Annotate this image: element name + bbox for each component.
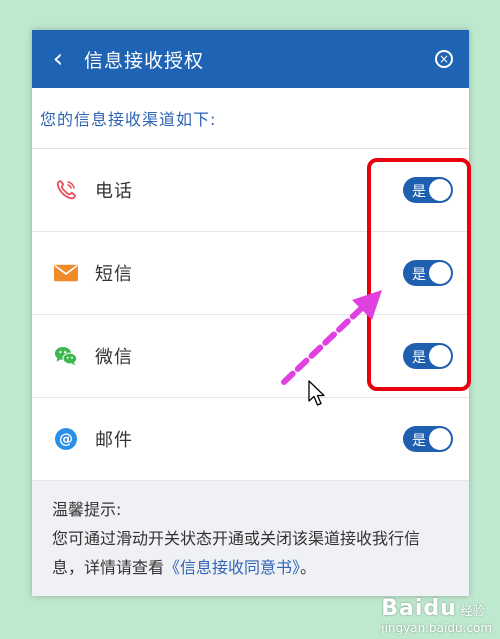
watermark-brand: Bai <box>381 596 424 621</box>
email-toggle[interactable]: 是 <box>403 426 453 452</box>
at-icon: @ <box>54 427 78 451</box>
watermark-sub: 经验 <box>460 604 485 618</box>
channel-label: 短信 <box>95 264 133 285</box>
notice-body: 您可通过滑动开关状态开通或关闭该渠道接收我行信息，详情请查看《信息接收同意书》。 <box>52 524 449 582</box>
baidu-watermark: Baidu 经验 jingyan.baidu.com <box>381 596 492 635</box>
mouse-cursor-icon <box>308 380 325 406</box>
watermark-url: jingyan.baidu.com <box>381 621 492 635</box>
close-icon: × <box>438 52 450 66</box>
app-header: ‹ 信息接收授权 × <box>32 30 469 88</box>
chevron-left-icon: ‹ <box>52 44 64 74</box>
notice-panel: 温馨提示: 您可通过滑动开关状态开通或关闭该渠道接收我行信息，详情请查看《信息接… <box>32 481 469 596</box>
toggle-text: 是 <box>412 433 426 449</box>
channel-row-email: @ 邮件 是 <box>32 398 469 481</box>
mail-icon <box>54 261 78 285</box>
annotation-arrow-icon <box>281 290 382 385</box>
watermark-paw: du <box>423 596 457 621</box>
channel-label: 邮件 <box>95 430 133 451</box>
channel-label: 微信 <box>95 347 133 368</box>
page-title: 信息接收授权 <box>84 49 205 72</box>
toggle-knob <box>429 428 451 450</box>
svg-text:@: @ <box>59 432 73 448</box>
agreement-link[interactable]: 《信息接收同意书》 <box>164 558 300 577</box>
back-button[interactable]: ‹ <box>38 30 78 88</box>
notice-end: 。 <box>300 558 317 577</box>
close-button[interactable]: × <box>435 50 453 68</box>
phone-icon <box>54 178 78 202</box>
notice-title: 温馨提示: <box>52 500 122 519</box>
wechat-icon <box>54 344 78 368</box>
channels-heading: 您的信息接收渠道如下: <box>32 88 469 149</box>
channel-label: 电话 <box>95 181 133 202</box>
